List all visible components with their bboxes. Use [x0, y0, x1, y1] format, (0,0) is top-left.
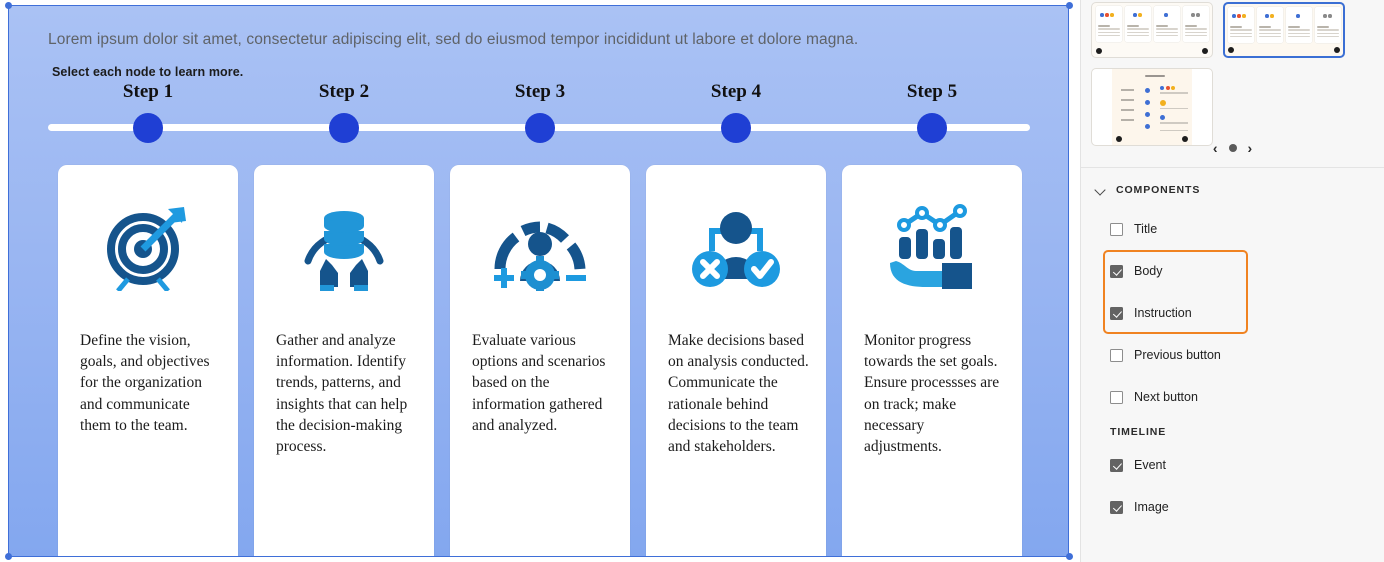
person-approve-reject-icon [646, 195, 826, 295]
component-label-instruction: Instruction [1134, 306, 1192, 320]
timeline-label-image: Image [1134, 500, 1169, 514]
template-thumbnail-2-selected[interactable] [1223, 2, 1345, 58]
step-label-2: Step 2 [318, 81, 370, 102]
timeline-node-4[interactable] [721, 113, 751, 143]
slide-instruction-text: Select each node to learn more. [52, 65, 244, 79]
timeline-node-2[interactable] [329, 113, 359, 143]
template-thumbnail-region: ‹ › [1081, 0, 1384, 168]
component-row-title[interactable]: Title [1081, 208, 1384, 250]
slide-canvas[interactable]: Lorem ipsum dolor sit amet, consectetur … [0, 0, 1080, 562]
timeline-node-3[interactable] [525, 113, 555, 143]
component-label-next-button: Next button [1134, 390, 1198, 404]
checkbox-next-button[interactable] [1110, 390, 1123, 404]
checkbox-instruction[interactable] [1110, 306, 1123, 320]
chevron-down-icon [1095, 185, 1106, 196]
target-arrow-icon [58, 195, 238, 295]
step-card-5[interactable]: Monitor progress towards the set goals. … [842, 165, 1022, 557]
carousel-prev-icon[interactable]: ‹ [1213, 141, 1218, 155]
carousel-page-dot[interactable] [1228, 144, 1237, 152]
component-label-body: Body [1134, 264, 1163, 278]
template-thumbnail-1[interactable] [1091, 2, 1213, 58]
component-row-instruction[interactable]: Instruction [1081, 292, 1384, 334]
component-row-body[interactable]: Body [1081, 250, 1384, 292]
checkbox-image[interactable] [1110, 500, 1123, 514]
person-gauge-gear-icon [450, 195, 630, 295]
inspector-panel: ‹ › Components Title Body Instruction Pr… [1080, 0, 1384, 562]
components-section-header[interactable]: Components [1081, 168, 1384, 208]
step-card-text-2: Gather and analyze information. Identify… [276, 332, 408, 456]
timeline-section-title: Timeline [1110, 426, 1167, 438]
timeline-label-event: Event [1134, 458, 1166, 472]
step-card-text-1: Define the vision, goals, and objectives… [80, 332, 210, 434]
step-card-2[interactable]: Gather and analyze information. Identify… [254, 165, 434, 557]
timeline-node-5[interactable] [917, 113, 947, 143]
template-thumbnail-3[interactable] [1091, 68, 1213, 146]
checkbox-previous-button[interactable] [1110, 348, 1123, 362]
slide-object[interactable]: Lorem ipsum dolor sit amet, consectetur … [8, 5, 1069, 557]
checkbox-body[interactable] [1110, 264, 1123, 278]
component-label-title: Title [1134, 222, 1158, 236]
step-card-text-3: Evaluate various options and scenarios b… [472, 332, 606, 434]
carousel-next-icon[interactable]: › [1248, 141, 1253, 155]
timeline-row-event[interactable]: Event [1081, 444, 1384, 486]
step-label-4: Step 4 [710, 81, 762, 102]
slide-body-text: Lorem ipsum dolor sit amet, consectetur … [48, 31, 859, 48]
step-card-text-4: Make decisions based on analysis conduct… [668, 332, 809, 456]
step-card-text-5: Monitor progress towards the set goals. … [864, 332, 1000, 456]
step-card-3[interactable]: Evaluate various options and scenarios b… [450, 165, 630, 557]
step-card-4[interactable]: Make decisions based on analysis conduct… [646, 165, 826, 557]
component-row-next-button[interactable]: Next button [1081, 376, 1384, 418]
thumbnail-carousel-nav: ‹ › [1081, 141, 1384, 155]
resize-handle-bottom-left[interactable] [5, 553, 12, 560]
app-root: Lorem ipsum dolor sit amet, consectetur … [0, 0, 1384, 562]
components-section-title: Components [1116, 184, 1201, 196]
component-row-previous-button[interactable]: Previous button [1081, 334, 1384, 376]
resize-handle-bottom-right[interactable] [1066, 553, 1073, 560]
hand-bar-chart-icon [842, 195, 1022, 295]
thumbnail-row [1091, 2, 1374, 58]
step-label-1: Step 1 [122, 81, 174, 102]
step-card-1[interactable]: Define the vision, goals, and objectives… [58, 165, 238, 557]
timeline-row-image[interactable]: Image [1081, 486, 1384, 528]
step-label-5: Step 5 [906, 81, 958, 102]
checkbox-event[interactable] [1110, 458, 1123, 472]
database-in-hands-icon [254, 195, 434, 295]
step-label-3: Step 3 [514, 81, 566, 102]
component-label-previous-button: Previous button [1134, 348, 1221, 362]
checkbox-title[interactable] [1110, 222, 1123, 236]
resize-handle-top-left[interactable] [5, 2, 12, 9]
timeline-node-1[interactable] [133, 113, 163, 143]
resize-handle-top-right[interactable] [1066, 2, 1073, 9]
